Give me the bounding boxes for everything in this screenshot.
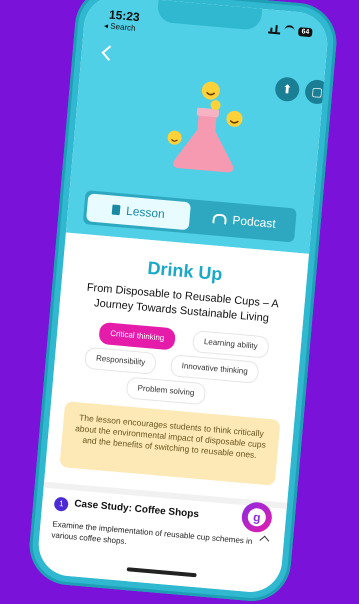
assistant-logo-icon: g (247, 507, 267, 528)
upload-icon: ⬆ (281, 81, 293, 97)
headphones-icon (212, 213, 227, 225)
flask-illustration (167, 81, 243, 173)
case-study-title[interactable]: Case Study: Coffee Shops (74, 498, 200, 520)
notch (156, 0, 263, 31)
back-chevron-icon[interactable] (101, 45, 117, 61)
tab-lesson-label: Lesson (125, 203, 166, 222)
battery-icon: 64 (298, 26, 313, 37)
tab-podcast[interactable]: Podcast (191, 200, 297, 243)
tab-podcast-label: Podcast (231, 213, 277, 231)
app-screen: 15:23 ◂ Search 64 ⬆ ▢ Lesson Podcast Dri… (36, 0, 330, 595)
phone-frame: 15:23 ◂ Search 64 ⬆ ▢ Lesson Podcast Dri… (26, 0, 340, 604)
chip-critical-thinking[interactable]: Critical thinking (98, 321, 177, 351)
copy-icon: ▢ (310, 84, 324, 100)
copy-button[interactable]: ▢ (304, 78, 330, 105)
lesson-podcast-tabs: Lesson Podcast (82, 190, 297, 243)
case-number-badge: 1 (53, 496, 69, 512)
book-icon (111, 204, 121, 216)
chip-innovative-thinking[interactable]: Innovative thinking (169, 354, 260, 384)
lesson-description: The lesson encourages students to think … (59, 401, 281, 486)
chip-problem-solving[interactable]: Problem solving (125, 376, 207, 406)
upload-button[interactable]: ⬆ (274, 76, 301, 103)
tab-lesson[interactable]: Lesson (85, 193, 192, 231)
case-study-text: Examine the implementation of reusable c… (51, 519, 253, 547)
wifi-icon (284, 24, 296, 36)
chip-responsibility[interactable]: Responsibility (84, 346, 158, 375)
lesson-content: Drink Up From Disposable to Reusable Cup… (36, 232, 309, 595)
status-icons: 64 (268, 23, 313, 37)
home-indicator (126, 567, 197, 578)
chip-learning-ability[interactable]: Learning ability (191, 330, 270, 359)
status-back-link[interactable]: ◂ Search (104, 21, 136, 33)
hero-header: 15:23 ◂ Search 64 ⬆ ▢ Lesson Podcast (65, 0, 330, 254)
signal-icon (268, 23, 282, 34)
